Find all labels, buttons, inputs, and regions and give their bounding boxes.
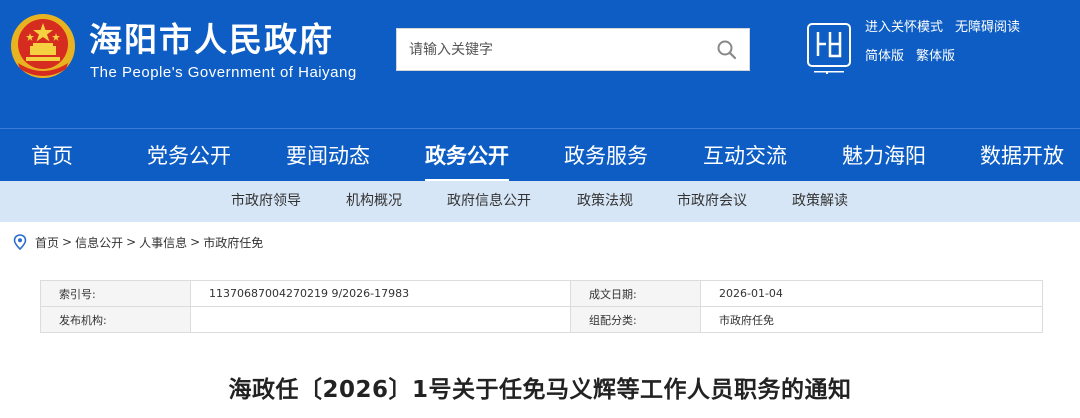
search-input[interactable] xyxy=(397,29,697,70)
site-header: 海阳市人民政府 The People's Government of Haiya… xyxy=(0,0,1080,128)
sub-nav-policies-regulations[interactable]: 政策法规 xyxy=(577,181,633,222)
site-title: 海阳市人民政府 xyxy=(89,20,334,59)
traditional-chinese-link[interactable]: 繁体版 xyxy=(916,48,955,66)
publisher-value xyxy=(190,306,571,333)
top-links: 进入关怀模式 无障碍阅读 简体版 繁体版 xyxy=(865,19,1020,77)
nav-item-open-data[interactable]: 数据开放 xyxy=(980,129,1064,182)
breadcrumb: 首页 > 信息公开 > 人事信息 > 市政府任免 xyxy=(13,233,263,251)
article-title: 海政任〔2026〕1号关于任免马义辉等工作人员职务的通知 xyxy=(228,377,852,403)
location-pin-icon xyxy=(13,234,27,250)
table-row: 发布机构: 组配分类: 市政府任免 xyxy=(40,306,1043,333)
search-icon[interactable] xyxy=(715,38,739,62)
category-value: 市政府任免 xyxy=(700,306,1043,333)
publisher-label: 发布机构: xyxy=(40,306,191,333)
breadcrumb-home[interactable]: 首页 xyxy=(35,234,59,251)
sub-nav-org-overview[interactable]: 机构概况 xyxy=(346,181,402,222)
national-emblem-icon xyxy=(11,14,75,78)
sub-nav-policy-interpretation[interactable]: 政策解读 xyxy=(792,181,848,222)
sub-nav: 市政府领导 机构概况 政府信息公开 政策法规 市政府会议 政策解读 xyxy=(0,181,1080,222)
nav-item-home[interactable]: 首页 xyxy=(31,129,73,182)
document-meta-table: 索引号: 11370687004270219 9/2026-17983 成文日期… xyxy=(40,280,1043,333)
simplified-chinese-link[interactable]: 简体版 xyxy=(865,48,904,66)
nav-item-news[interactable]: 要闻动态 xyxy=(286,129,370,182)
issue-date-value: 2026-01-04 xyxy=(700,280,1043,307)
breadcrumb-separator: > xyxy=(190,235,201,249)
nav-item-charm-haiyang[interactable]: 魅力海阳 xyxy=(842,129,926,182)
nav-item-gov-affairs-open[interactable]: 政务公开 xyxy=(425,129,509,182)
nav-item-interaction[interactable]: 互动交流 xyxy=(703,129,787,182)
index-number-label: 索引号: xyxy=(40,280,191,307)
breadcrumb-personnel-info[interactable]: 人事信息 xyxy=(139,234,187,251)
table-row: 索引号: 11370687004270219 9/2026-17983 成文日期… xyxy=(40,280,1043,307)
sub-nav-gov-info-disclosure[interactable]: 政府信息公开 xyxy=(447,181,531,222)
breadcrumb-separator: > xyxy=(126,235,137,249)
category-label: 组配分类: xyxy=(570,306,701,333)
care-mode-link[interactable]: 进入关怀模式 xyxy=(865,19,943,37)
nav-item-party-affairs[interactable]: 党务公开 xyxy=(147,129,231,182)
breadcrumb-info-disclosure[interactable]: 信息公开 xyxy=(75,234,123,251)
nav-item-gov-services[interactable]: 政务服务 xyxy=(564,129,648,182)
yantai-china-seal-icon xyxy=(807,23,851,74)
sub-nav-gov-meetings[interactable]: 市政府会议 xyxy=(677,181,747,222)
breadcrumb-separator: > xyxy=(62,235,73,249)
issue-date-label: 成文日期: xyxy=(570,280,701,307)
accessible-reading-link[interactable]: 无障碍阅读 xyxy=(955,19,1020,37)
index-number-value: 11370687004270219 9/2026-17983 xyxy=(190,280,571,307)
site-subtitle: The People's Government of Haiyang xyxy=(90,64,357,81)
main-nav: 首页 党务公开 要闻动态 政务公开 政务服务 互动交流 魅力海阳 数据开放 xyxy=(0,128,1080,182)
search-box xyxy=(396,28,750,71)
breadcrumb-appointments[interactable]: 市政府任免 xyxy=(203,234,263,251)
sub-nav-gov-leaders[interactable]: 市政府领导 xyxy=(231,181,301,222)
